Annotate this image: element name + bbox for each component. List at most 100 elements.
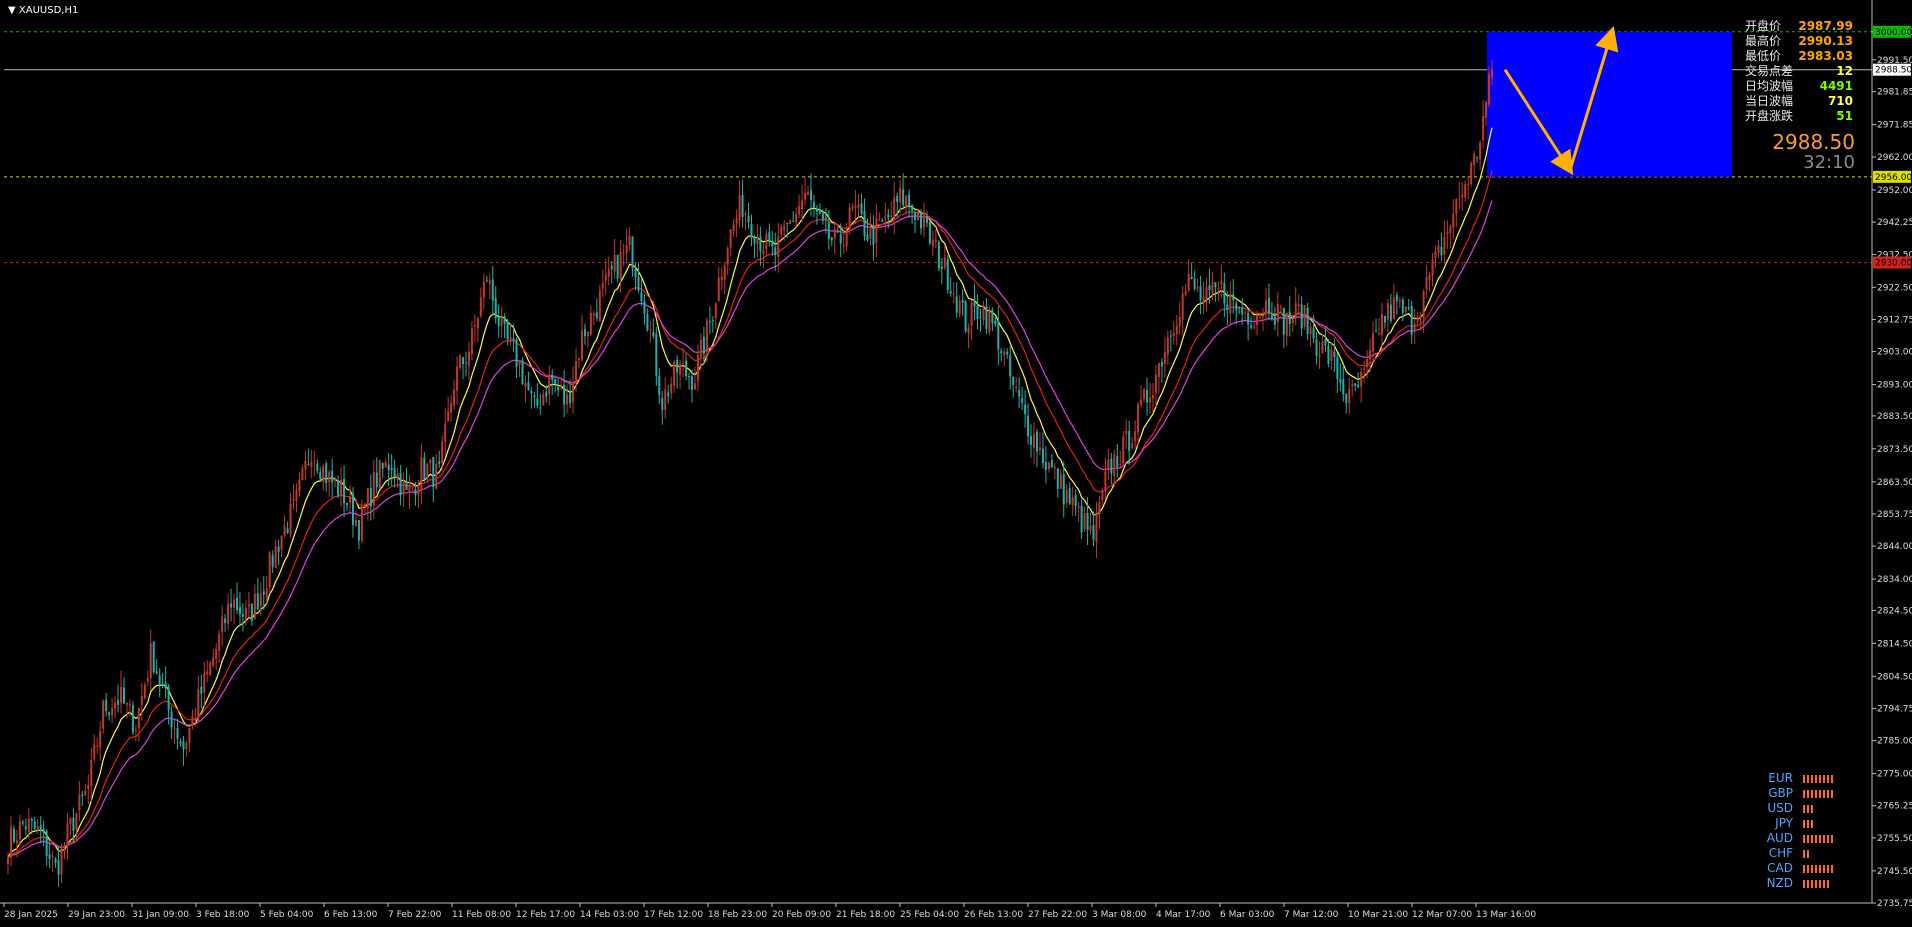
candle-body xyxy=(1235,303,1238,311)
candle-body xyxy=(75,813,78,830)
candle-body xyxy=(191,716,194,726)
candle-body xyxy=(809,190,812,201)
price-tick-label: 2735.75 xyxy=(1877,899,1912,909)
candle-body xyxy=(351,493,354,526)
price-tick-label: 2844.00 xyxy=(1877,542,1912,552)
candle-body xyxy=(1262,315,1265,317)
candle-body xyxy=(925,216,928,223)
time-tick-label: 25 Feb 04:00 xyxy=(900,910,959,920)
candle-body xyxy=(337,479,340,496)
candle-body xyxy=(759,236,762,252)
candle-body xyxy=(262,591,265,595)
candle-body xyxy=(1146,390,1149,403)
stat-label: 开盘价 xyxy=(1745,19,1782,33)
candle-body xyxy=(247,604,250,607)
candle-body xyxy=(1419,315,1422,318)
candle-body xyxy=(652,331,655,337)
collapse-icon[interactable]: ▼ xyxy=(8,5,16,16)
candle-body xyxy=(536,398,539,406)
candle-body xyxy=(84,790,87,796)
candle-body xyxy=(1009,355,1012,377)
candle-body xyxy=(1398,299,1401,302)
candle-body xyxy=(1267,298,1270,314)
candle-body xyxy=(860,203,863,215)
candle-body xyxy=(506,322,509,340)
candle-body xyxy=(57,860,60,875)
candle-body xyxy=(830,237,833,241)
candle-body xyxy=(1446,231,1449,234)
stat-row: 最低价 2983.03 xyxy=(1745,49,1853,64)
price-tick-label: 2952.00 xyxy=(1877,186,1912,196)
candle-body xyxy=(509,337,512,342)
candle-body xyxy=(1059,474,1062,489)
candle-body xyxy=(479,297,482,317)
candle-body xyxy=(1035,431,1038,452)
candle-body xyxy=(491,279,494,301)
candle-body xyxy=(1366,359,1369,368)
candle-body xyxy=(1181,293,1184,320)
currency-code: GBP xyxy=(1768,786,1793,800)
candle-body xyxy=(111,708,114,716)
candle-body xyxy=(869,226,872,239)
candle-body xyxy=(545,392,548,397)
candle-body xyxy=(1187,273,1190,291)
level-label: 2930.00 xyxy=(1875,259,1912,269)
candle-body xyxy=(1407,307,1410,309)
price-chart[interactable]: 3000.002991.502981.852971.852962.002952.… xyxy=(0,0,1912,927)
time-tick-label: 6 Mar 03:00 xyxy=(1220,910,1275,920)
candle-body xyxy=(1131,443,1134,448)
stat-row: 当日波幅 710 xyxy=(1745,94,1853,109)
candle-body xyxy=(839,233,842,244)
candle-body xyxy=(179,741,182,744)
candle-body xyxy=(1047,462,1050,469)
candle-body xyxy=(1166,338,1169,355)
strength-bar xyxy=(1815,879,1817,888)
time-tick-label: 31 Jan 09:00 xyxy=(132,910,189,920)
candle-body xyxy=(646,313,649,330)
candle-body xyxy=(789,220,792,224)
candle-body xyxy=(771,241,774,247)
currency-code: CHF xyxy=(1768,846,1793,860)
projection-rect xyxy=(1487,31,1732,177)
candle-body xyxy=(616,255,619,279)
current-price: 2988.50 xyxy=(1772,130,1855,154)
candle-body xyxy=(357,519,360,541)
candle-body xyxy=(539,407,542,409)
candle-body xyxy=(708,321,711,323)
candle-body xyxy=(664,389,667,411)
candle-body xyxy=(1375,330,1378,332)
candle-body xyxy=(387,464,390,471)
moving-averages xyxy=(7,127,1493,859)
strength-bar xyxy=(1807,879,1809,888)
candle-body xyxy=(93,744,96,760)
candle-body xyxy=(961,300,964,303)
candle-body xyxy=(1101,490,1104,501)
currency-row: CAD xyxy=(1765,861,1885,876)
candle-body xyxy=(563,384,566,405)
candle-body xyxy=(24,826,27,830)
symbol-title[interactable]: ▼ XAUUSD,H1 xyxy=(8,4,78,18)
candle-body xyxy=(738,195,741,221)
candle-body xyxy=(173,727,176,729)
time-tick-label: 11 Feb 08:00 xyxy=(452,910,511,920)
candle-body xyxy=(1479,142,1482,160)
candle-body xyxy=(1137,404,1140,433)
candle-body xyxy=(45,830,48,856)
candle-body xyxy=(756,237,759,245)
strength-bar xyxy=(1819,879,1821,888)
candle-body xyxy=(185,743,188,750)
candle-body xyxy=(319,472,322,479)
candle-body xyxy=(676,359,679,373)
candle-body xyxy=(1148,397,1151,403)
candle-body xyxy=(1125,430,1128,434)
candle-body xyxy=(896,195,899,202)
price-tick-label: 2834.00 xyxy=(1877,575,1912,585)
currency-row: EUR xyxy=(1765,771,1885,786)
candle-body xyxy=(1315,339,1318,356)
candle-body xyxy=(881,219,884,222)
candle-body xyxy=(200,686,203,694)
time-tick-label: 7 Feb 22:00 xyxy=(388,910,442,920)
candle-body xyxy=(801,200,804,210)
candle-body xyxy=(48,854,51,859)
time-tick-label: 28 Jan 2025 xyxy=(4,910,58,920)
